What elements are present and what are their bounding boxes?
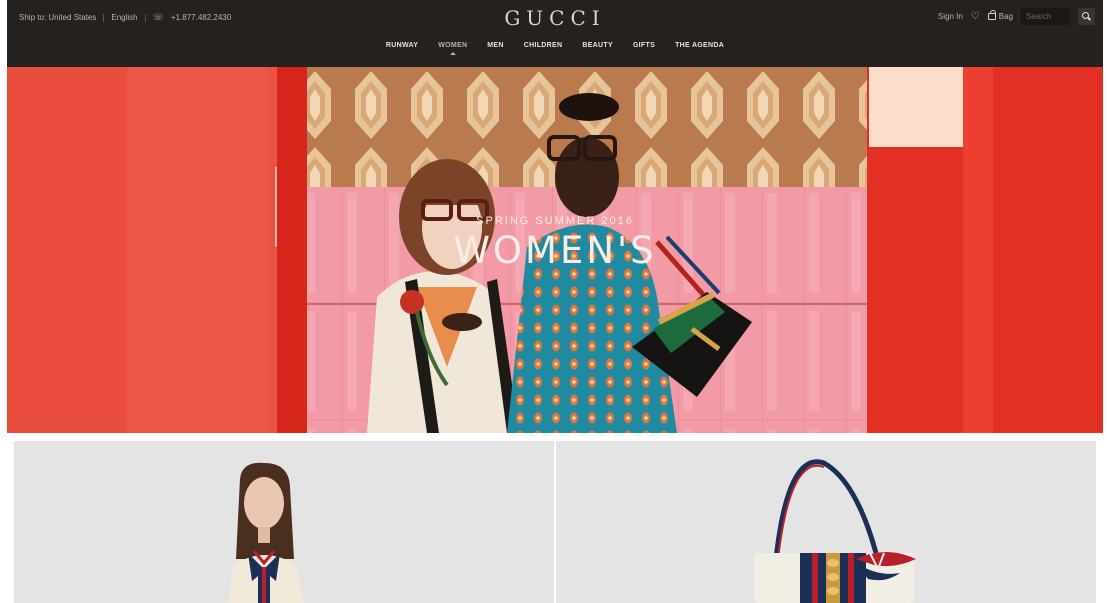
tile-handbags[interactable] <box>556 441 1096 603</box>
search-input[interactable] <box>1021 8 1070 25</box>
search-icon <box>1082 12 1091 21</box>
bag-icon <box>987 10 996 20</box>
nav-item-women[interactable]: WOMEN <box>438 42 468 55</box>
hero-text: SPRING SUMMER 2016 WOMEN'S <box>7 215 1103 272</box>
hero-banner[interactable]: SPRING SUMMER 2016 WOMEN'S <box>7 67 1103 433</box>
hero-title[interactable]: WOMEN'S <box>7 229 1103 272</box>
bag-image <box>754 459 916 603</box>
nav-item-men[interactable]: MEN <box>487 42 503 49</box>
site-header: Ship to: United States English ☏ +1.877.… <box>7 0 1103 67</box>
bag-link[interactable]: Bag <box>987 10 1013 21</box>
nav-item-women-label: WOMEN <box>438 42 468 49</box>
sign-in-link[interactable]: Sign In <box>938 12 963 21</box>
hero-subtitle: SPRING SUMMER 2016 <box>476 215 634 227</box>
page: Ship to: United States English ☏ +1.877.… <box>7 0 1103 603</box>
nav-item-gifts[interactable]: GIFTS <box>633 42 655 49</box>
main-nav: RUNWAY WOMEN MEN CHILDREN BEAUTY GIFTS T… <box>7 42 1103 55</box>
bag-label: Bag <box>998 12 1013 21</box>
utility-right: Sign In ♡ Bag <box>938 8 1095 25</box>
nav-item-children[interactable]: CHILDREN <box>524 42 563 49</box>
tile-ready-to-wear[interactable] <box>14 441 554 603</box>
active-caret-icon <box>449 52 456 55</box>
heart-icon[interactable]: ♡ <box>971 11 980 22</box>
model-image <box>228 462 304 603</box>
search-button[interactable] <box>1078 8 1095 25</box>
product-tiles <box>14 441 1096 603</box>
nav-item-runway[interactable]: RUNWAY <box>386 42 418 49</box>
nav-item-the-agenda[interactable]: THE AGENDA <box>675 42 724 49</box>
nav-item-beauty[interactable]: BEAUTY <box>582 42 613 49</box>
